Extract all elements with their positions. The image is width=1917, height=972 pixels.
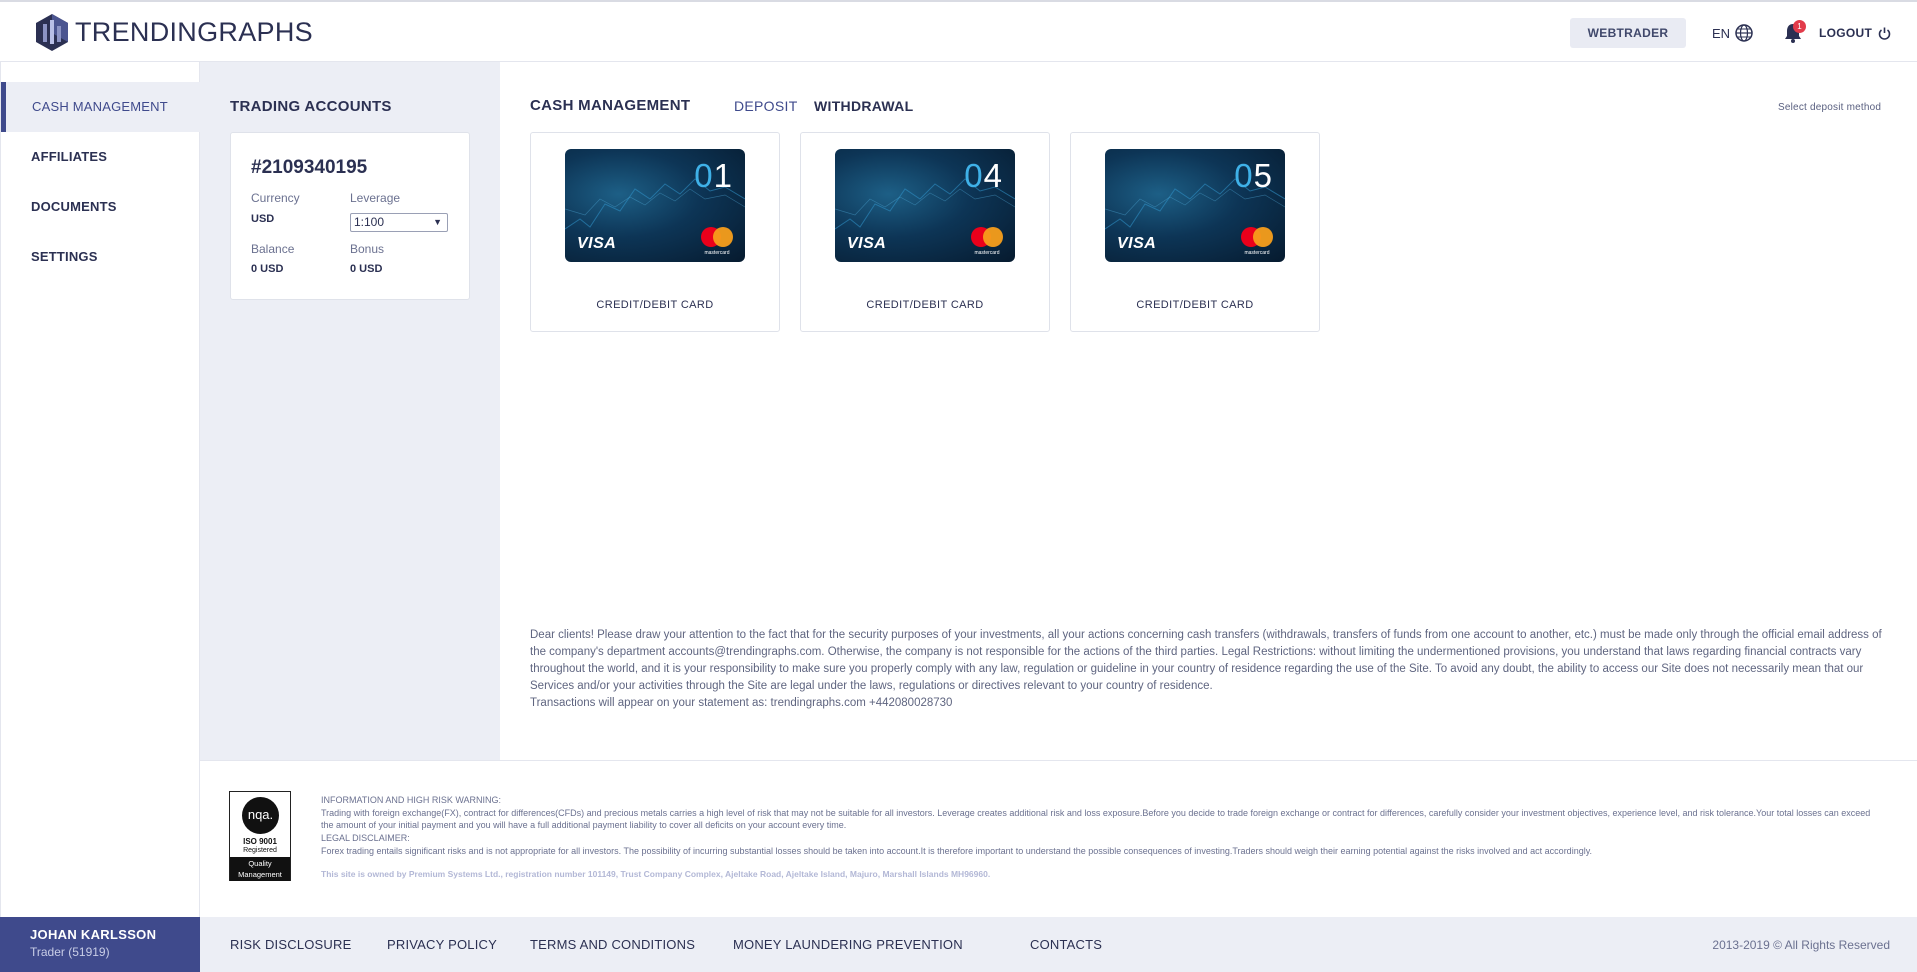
iso-band: Quality Management	[230, 857, 290, 881]
currency-label: Currency	[251, 191, 300, 205]
risk-disclosure-link[interactable]: RISK DISCLOSURE	[230, 937, 351, 952]
warning-title: INFORMATION AND HIGH RISK WARNING:	[321, 795, 502, 805]
sidebar-item-cash-management[interactable]: CASH MANAGEMENT	[1, 82, 200, 132]
svg-text:mastercard: mastercard	[704, 250, 729, 256]
warning-text: INFORMATION AND HIGH RISK WARNING: Tradi…	[321, 794, 1881, 858]
warning-body: Trading with foreign exchange(FX), contr…	[321, 807, 1871, 831]
deposit-method-card[interactable]: 01 VISA mastercard CREDIT/DEBIT CARD	[530, 132, 780, 332]
iso-registered: Registered	[243, 847, 277, 854]
credit-card-image: 04 VISA mastercard	[835, 149, 1015, 262]
card-number: 05	[1234, 157, 1273, 194]
privacy-policy-link[interactable]: PRIVACY POLICY	[387, 937, 497, 952]
iso-band-line: Quality	[248, 859, 272, 868]
visa-logo: VISA	[1117, 235, 1157, 252]
legal-body: Forex trading entails significant risks …	[321, 845, 1593, 856]
statement-note: Transactions will appear on your stateme…	[530, 697, 953, 709]
legal-title: LEGAL DISCLAIMER:	[321, 833, 410, 844]
cash-management-main: CASH MANAGEMENT DEPOSIT WITHDRAWAL Selec…	[500, 62, 1917, 760]
security-notice: Dear clients! Please draw your attention…	[530, 627, 1890, 712]
bonus-label: Bonus	[350, 242, 385, 256]
footer-links-bar: RISK DISCLOSURE PRIVACY POLICY TERMS AND…	[200, 917, 1917, 972]
risk-warning-section: nqa. ISO 9001 Registered Quality Managem…	[200, 760, 1917, 917]
currency-value: USD	[251, 213, 275, 225]
user-role: Trader (51919)	[30, 945, 110, 959]
copyright: 2013-2019 © All Rights Reserved	[1712, 938, 1890, 952]
select-method-hint: Select deposit method	[1778, 102, 1882, 113]
trading-accounts-panel: TRADING ACCOUNTS #2109340195 Currency US…	[200, 62, 500, 760]
bonus-value: 0 USD	[350, 263, 383, 275]
method-label: CREDIT/DEBIT CARD	[1136, 299, 1254, 311]
leverage-select[interactable]: 1:100 ▼	[350, 213, 448, 232]
power-icon	[1878, 27, 1891, 40]
account-number: #2109340195	[251, 157, 368, 178]
leverage-value: 1:100	[354, 215, 385, 229]
notification-badge: 1	[1793, 20, 1806, 33]
mastercard-logo: mastercard	[701, 227, 733, 256]
visa-logo: VISA	[847, 235, 887, 252]
credit-card-image: 01 VISA mastercard	[565, 149, 745, 262]
account-card[interactable]: #2109340195 Currency USD Leverage 1:100 …	[230, 132, 470, 300]
deposit-method-card[interactable]: 05 VISA mastercard CREDIT/DEBIT CARD	[1070, 132, 1320, 332]
user-name: JOHAN KARLSSON	[30, 927, 157, 942]
method-label: CREDIT/DEBIT CARD	[866, 299, 984, 311]
credit-card-image: 05 VISA mastercard	[1105, 149, 1285, 262]
logout-button[interactable]: LOGOUT	[1819, 26, 1891, 40]
leverage-label: Leverage	[350, 191, 401, 205]
user-profile[interactable]: JOHAN KARLSSON Trader (51919)	[0, 917, 200, 972]
ownership-text: This site is owned by Premium Systems Lt…	[321, 869, 991, 879]
tab-withdrawal[interactable]: WITHDRAWAL	[814, 98, 913, 114]
chevron-down-icon: ▼	[433, 217, 442, 227]
deposit-method-card[interactable]: 04 VISA mastercard CREDIT/DEBIT CARD	[800, 132, 1050, 332]
sidebar-item-documents[interactable]: DOCUMENTS	[1, 182, 200, 232]
card-number: 04	[964, 157, 1003, 194]
card-number: 01	[694, 157, 733, 194]
logo-icon	[36, 14, 68, 51]
logout-label: LOGOUT	[1819, 26, 1873, 40]
webtrader-button[interactable]: WEBTRADER	[1570, 18, 1686, 48]
language-label: EN	[1712, 25, 1731, 41]
page-title: CASH MANAGEMENT	[530, 97, 691, 114]
aml-link[interactable]: MONEY LAUNDERING PREVENTION	[733, 937, 963, 952]
mastercard-logo: mastercard	[1241, 227, 1273, 256]
sidebar-item-settings[interactable]: SETTINGS	[1, 232, 200, 282]
iso-label: ISO 9001	[243, 837, 277, 846]
visa-logo: VISA	[577, 235, 617, 252]
svg-text:mastercard: mastercard	[1244, 250, 1269, 256]
sidebar-item-affiliates[interactable]: AFFILIATES	[1, 132, 200, 182]
tab-deposit[interactable]: DEPOSIT	[734, 98, 798, 114]
brand-logo[interactable]: TRENDINGRAPHS	[34, 12, 313, 52]
language-selector[interactable]: EN	[1712, 24, 1753, 42]
mastercard-logo: mastercard	[971, 227, 1003, 256]
iso-band-line: Management	[238, 870, 282, 879]
method-label: CREDIT/DEBIT CARD	[596, 299, 714, 311]
balance-label: Balance	[251, 242, 295, 256]
brand-name: TRENDINGRAPHS	[75, 16, 313, 47]
notice-text: Dear clients! Please draw your attention…	[530, 629, 1882, 692]
sidebar: CASH MANAGEMENT AFFILIATES DOCUMENTS SET…	[0, 62, 200, 917]
top-bar: TRENDINGRAPHS WEBTRADER EN 1 LOGOUT	[0, 0, 1917, 62]
contacts-link[interactable]: CONTACTS	[1030, 937, 1102, 952]
balance-value: 0 USD	[251, 263, 284, 275]
nqa-logo: nqa.	[242, 797, 279, 834]
terms-link[interactable]: TERMS AND CONDITIONS	[530, 937, 695, 952]
iso-certification-badge: nqa. ISO 9001 Registered Quality Managem…	[229, 791, 291, 881]
trading-accounts-title: TRADING ACCOUNTS	[230, 98, 392, 115]
svg-text:mastercard: mastercard	[974, 250, 999, 256]
globe-icon	[1735, 24, 1753, 42]
